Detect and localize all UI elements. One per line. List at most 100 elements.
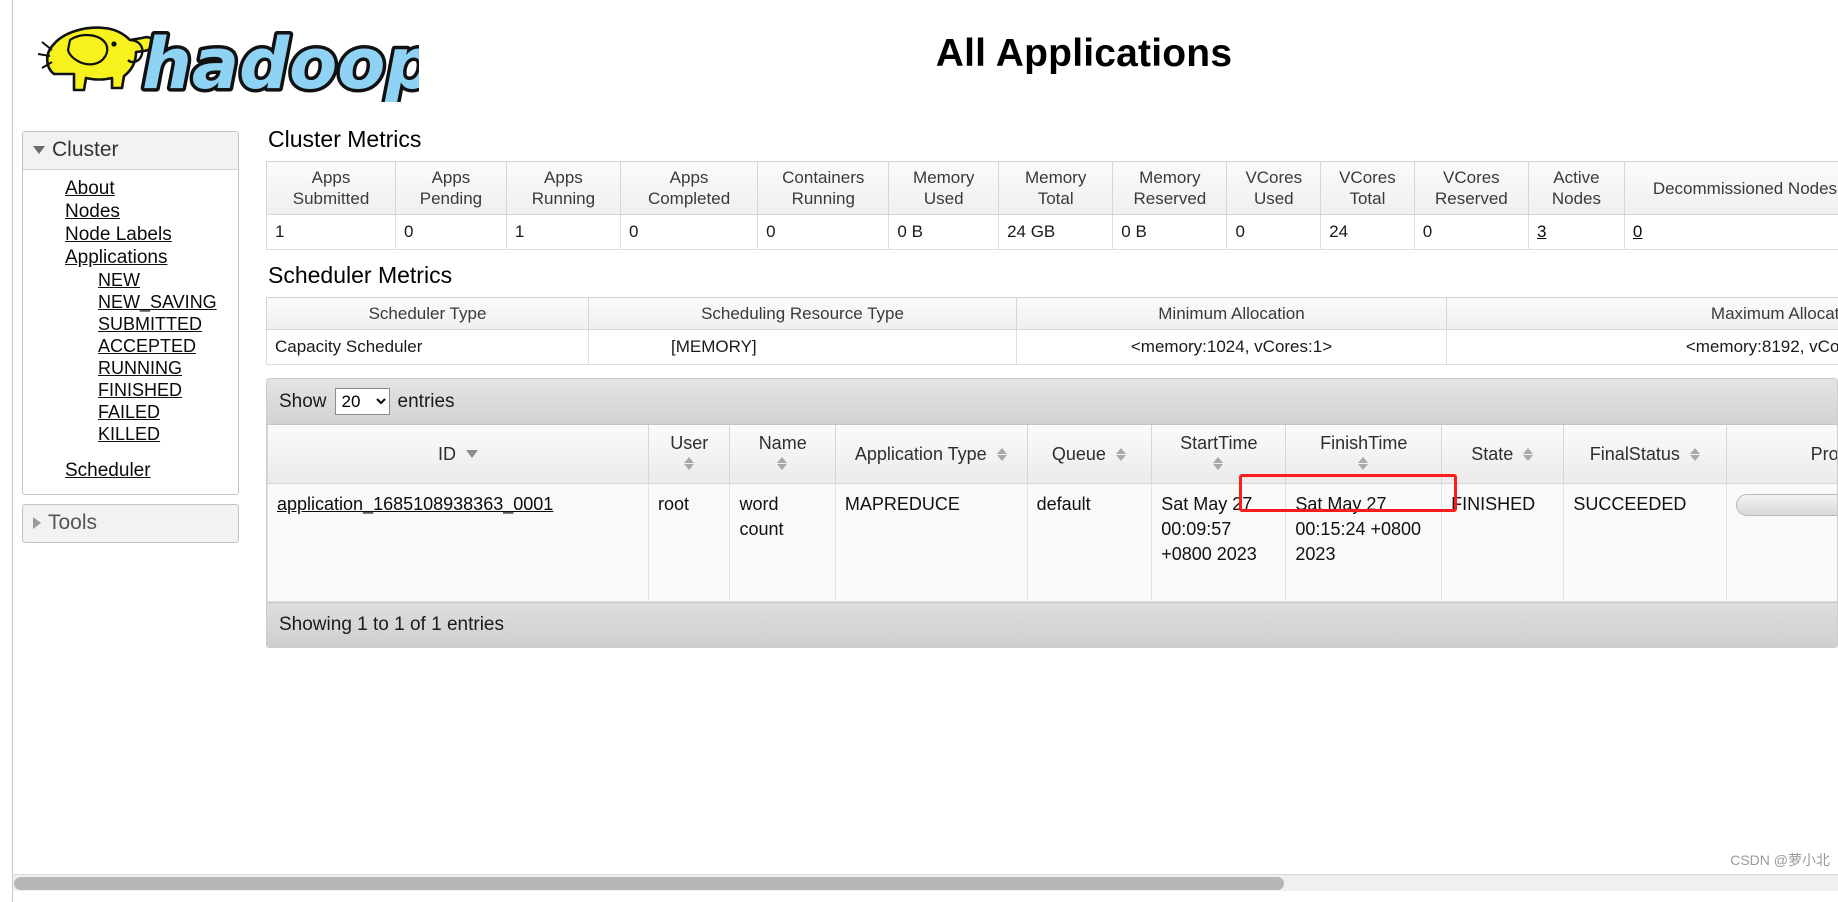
sidebar-item-new[interactable]: NEW: [23, 269, 238, 291]
sidebar-section-cluster-label: Cluster: [52, 138, 119, 161]
col-state-label: State: [1471, 444, 1514, 464]
progress-bar: [1736, 494, 1837, 516]
chevron-down-icon: [33, 146, 45, 154]
col-queue-label: Queue: [1051, 444, 1106, 464]
decommissioned-nodes-link[interactable]: 0: [1633, 222, 1642, 241]
val-vcores-total: 24: [1320, 214, 1415, 250]
watermark: CSDN @萝小北: [1730, 852, 1830, 868]
sidebar-item-nodes[interactable]: Nodes: [23, 200, 238, 223]
col-active-nodes: Active Nodes: [1527, 161, 1625, 215]
sidebar: Cluster About Nodes Node Labels Applicat…: [22, 131, 239, 543]
col-queue[interactable]: Queue: [1026, 425, 1153, 484]
sidebar-item-killed[interactable]: KILLED: [23, 423, 238, 445]
cell-progress: [1726, 483, 1837, 602]
application-id-link[interactable]: application_1685108938363_0001: [277, 494, 553, 514]
page-title: All Applications: [935, 32, 1233, 75]
col-progress[interactable]: Progress: [1726, 425, 1838, 484]
sidebar-section-tools[interactable]: Tools: [22, 504, 239, 543]
col-progress-label: Progress: [1810, 444, 1838, 464]
cell-application-type: MAPREDUCE: [834, 483, 1028, 602]
sidebar-item-applications[interactable]: Applications: [23, 246, 238, 269]
horizontal-scrollbar-thumb[interactable]: [14, 877, 1284, 890]
col-scheduler-type: Scheduler Type: [266, 297, 589, 330]
sidebar-item-node-labels[interactable]: Node Labels: [23, 223, 238, 246]
col-vcores-reserved: VCores Reserved: [1413, 161, 1529, 215]
col-finalstatus[interactable]: FinalStatus: [1563, 425, 1728, 484]
scheduler-metrics-table: Scheduler Type Scheduling Resource Type …: [266, 297, 1838, 365]
col-starttime[interactable]: StartTime: [1151, 425, 1287, 484]
cell-starttime: Sat May 27 00:09:57 +0800 2023: [1151, 483, 1287, 602]
cluster-metrics-table: Apps Submitted Apps Pending Apps Running…: [266, 161, 1838, 250]
hadoop-logo[interactable]: hadoop hadoop: [24, 10, 424, 106]
horizontal-scrollbar[interactable]: [13, 874, 1838, 891]
hadoop-logo-icon: hadoop hadoop: [37, 20, 419, 102]
val-memory-reserved: 0 B: [1112, 214, 1228, 250]
main-content: Cluster Metrics Apps Submitted Apps Pend…: [266, 126, 1838, 902]
val-apps-pending: 0: [395, 214, 507, 250]
col-name-label: Name: [758, 433, 807, 453]
chevron-right-icon: [33, 517, 41, 529]
sidebar-section-tools-label: Tools: [48, 511, 98, 534]
page-size-select[interactable]: 20 50 100: [334, 388, 390, 415]
sidebar-item-scheduler[interactable]: Scheduler: [23, 459, 238, 482]
val-memory-total: 24 GB: [998, 214, 1114, 250]
val-minimum-allocation: <memory:1024, vCores:1>: [1016, 329, 1447, 365]
hadoop-yarn-page: hadoop hadoop All Applications Cluster A…: [0, 0, 1838, 902]
browser-left-gutter: [0, 0, 13, 902]
col-user-label: User: [670, 433, 709, 453]
val-decommissioned-nodes: 0: [1623, 214, 1838, 250]
col-apps-pending: Apps Pending: [395, 161, 507, 215]
col-application-type[interactable]: Application Type: [834, 425, 1028, 484]
sort-desc-icon: [466, 450, 478, 458]
col-id-label: ID: [438, 444, 456, 464]
applications-table: ID User Name Application Type Queue Star…: [267, 425, 1838, 602]
cluster-metrics-title: Cluster Metrics: [268, 126, 422, 152]
cell-user: root: [648, 483, 731, 602]
col-finishtime[interactable]: FinishTime: [1285, 425, 1443, 484]
sidebar-item-finished[interactable]: FINISHED: [23, 379, 238, 401]
sort-both-icon: [1358, 456, 1369, 471]
entries-label: entries: [397, 390, 455, 412]
col-finalstatus-label: FinalStatus: [1589, 444, 1680, 464]
val-maximum-allocation: <memory:8192, vCores:4>: [1446, 329, 1838, 365]
sort-both-icon: [1213, 456, 1224, 471]
col-name[interactable]: Name: [729, 425, 836, 484]
col-starttime-label: StartTime: [1180, 433, 1258, 453]
svg-text:hadoop: hadoop: [142, 23, 419, 102]
col-state[interactable]: State: [1441, 425, 1565, 484]
sidebar-item-new-saving[interactable]: NEW_SAVING: [23, 291, 238, 313]
col-id[interactable]: ID: [267, 425, 650, 484]
sidebar-item-running[interactable]: RUNNING: [23, 357, 238, 379]
val-apps-completed: 0: [620, 214, 759, 250]
scheduler-metrics-value-row: Capacity Scheduler [MEMORY] <memory:1024…: [266, 329, 1838, 365]
applications-footer: Showing 1 to 1 of 1 entries: [267, 602, 1837, 647]
sidebar-item-accepted[interactable]: ACCEPTED: [23, 335, 238, 357]
sort-both-icon: [996, 447, 1008, 462]
cluster-metrics-header-row: Apps Submitted Apps Pending Apps Running…: [266, 161, 1838, 215]
col-maximum-allocation: Maximum Allocation: [1446, 297, 1838, 330]
sidebar-item-about[interactable]: About: [23, 177, 238, 200]
col-memory-reserved: Memory Reserved: [1112, 161, 1228, 215]
val-vcores-reserved: 0: [1413, 214, 1529, 250]
table-row[interactable]: application_1685108938363_0001 root word…: [267, 483, 1837, 602]
col-minimum-allocation: Minimum Allocation: [1016, 297, 1447, 330]
sidebar-item-failed[interactable]: FAILED: [23, 401, 238, 423]
val-scheduler-type: Capacity Scheduler: [266, 329, 589, 365]
sidebar-section-cluster[interactable]: Cluster: [23, 132, 238, 170]
val-active-nodes: 3: [1527, 214, 1625, 250]
col-user[interactable]: User: [648, 425, 731, 484]
cell-id: application_1685108938363_0001: [267, 483, 650, 602]
sort-both-icon: [777, 456, 788, 471]
active-nodes-link[interactable]: 3: [1537, 222, 1546, 241]
cluster-metrics-value-row: 1 0 1 0 0 0 B 24 GB 0 B 0 24 0 3 0: [266, 214, 1838, 250]
val-apps-submitted: 1: [266, 214, 397, 250]
cluster-metrics-table-wrapper: Apps Submitted Apps Pending Apps Running…: [266, 161, 1838, 250]
cell-finishtime: Sat May 27 00:15:24 +0800 2023: [1285, 483, 1443, 602]
sidebar-item-submitted[interactable]: SUBMITTED: [23, 313, 238, 335]
applications-header-row: ID User Name Application Type Queue Star…: [267, 425, 1838, 484]
val-scheduling-resource-type: [MEMORY]: [588, 329, 1017, 365]
col-containers-running: Containers Running: [757, 161, 890, 215]
scheduler-metrics-table-wrapper: Scheduler Type Scheduling Resource Type …: [266, 297, 1838, 365]
col-scheduling-resource-type: Scheduling Resource Type: [588, 297, 1017, 330]
col-memory-used: Memory Used: [888, 161, 1000, 215]
